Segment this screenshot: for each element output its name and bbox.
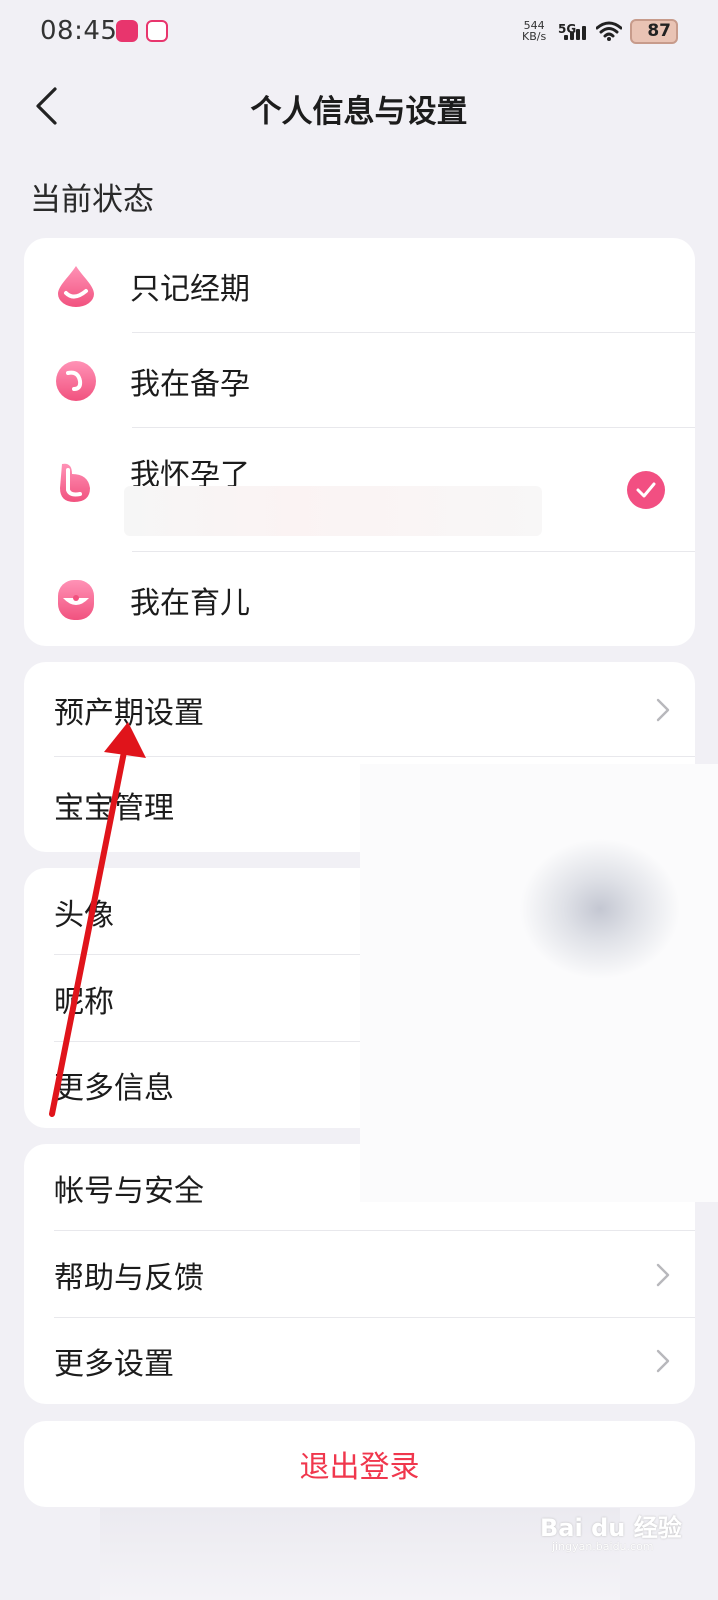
menu-item-label: 更多设置 — [54, 1347, 174, 1382]
check-icon — [627, 471, 665, 509]
parenting-icon — [58, 579, 94, 620]
network-speed: 544 KB/s — [522, 20, 546, 42]
pregnant-icon — [60, 463, 90, 502]
status-option-label: 只记经期 — [130, 271, 250, 307]
redaction-blur — [124, 486, 542, 536]
due-date-settings-row[interactable]: 预产期设置 — [24, 662, 695, 757]
page-title: 个人信息与设置 — [250, 94, 468, 130]
menu-item-label: 头像 — [54, 897, 114, 933]
menu-item-label: 更多信息 — [54, 1071, 174, 1106]
settings-screen: 08:45 544 KB/s 5G 87 个人信息与设置 当前状态 只记经期 我… — [0, 0, 718, 1600]
battery-icon: 87 — [630, 19, 678, 44]
status-time: 08:45 — [40, 16, 118, 46]
app-notification-icon — [116, 20, 138, 42]
watermark-logo: Bai du 经验 — [540, 1514, 682, 1542]
prepare-pregnancy-icon — [56, 360, 96, 401]
logout-label: 退出登录 — [299, 1450, 420, 1485]
menu-item-label: 预产期设置 — [54, 695, 204, 731]
signal-icon — [564, 24, 588, 40]
chevron-right-icon — [656, 1349, 670, 1373]
network-speed-unit: KB/s — [522, 30, 547, 43]
menu-item-label: 宝宝管理 — [54, 790, 174, 826]
video-app-icon — [146, 20, 168, 42]
redaction-blur-panel — [360, 764, 718, 1202]
more-settings-row[interactable]: 更多设置 — [24, 1318, 695, 1404]
status-bar: 08:45 544 KB/s 5G 87 — [0, 0, 718, 64]
status-option-period[interactable]: 只记经期 — [24, 238, 695, 333]
status-option-parenting[interactable]: 我在育儿 — [24, 552, 695, 646]
watermark-url: jingyan.baidu.com — [552, 1540, 654, 1553]
menu-item-label: 昵称 — [54, 984, 114, 1020]
menu-item-label: 帐号与安全 — [54, 1173, 204, 1209]
navigation-bar: 个人信息与设置 — [0, 70, 718, 142]
help-feedback-row[interactable]: 帮助与反馈 — [24, 1231, 695, 1318]
status-option-label: 我在备孕 — [130, 366, 250, 402]
period-drop-icon — [58, 265, 94, 307]
wifi-icon — [596, 21, 622, 41]
status-option-trying[interactable]: 我在备孕 — [24, 333, 695, 428]
battery-level: 87 — [647, 21, 671, 41]
menu-item-label: 帮助与反馈 — [54, 1260, 204, 1296]
status-option-label: 我在育儿 — [130, 585, 250, 621]
section-label-current-status: 当前状态 — [30, 182, 154, 218]
status-options-card: 只记经期 我在备孕 我怀孕了 我在育儿 — [24, 238, 695, 646]
chevron-right-icon — [656, 698, 670, 721]
logout-button[interactable]: 退出登录 — [24, 1421, 695, 1507]
chevron-right-icon — [656, 1263, 670, 1286]
